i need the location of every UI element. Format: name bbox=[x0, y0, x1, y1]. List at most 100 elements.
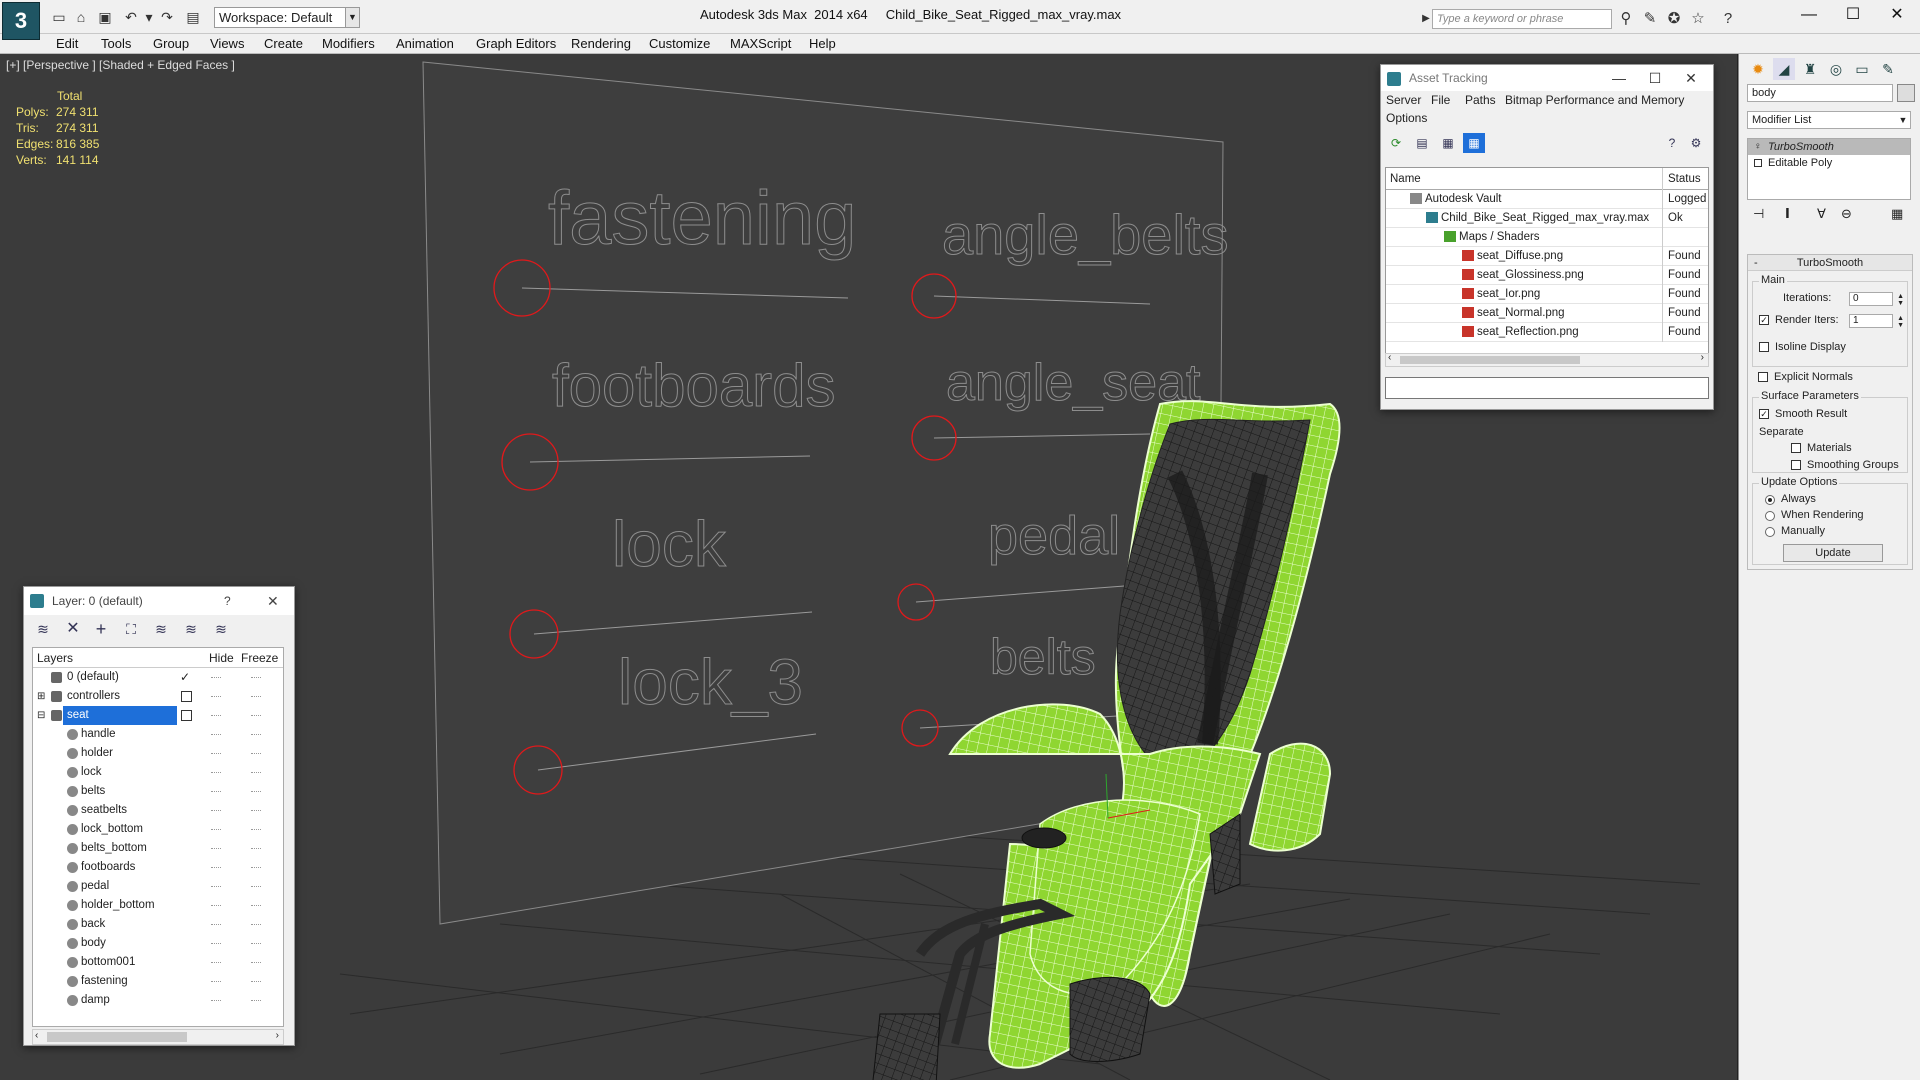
redo-icon[interactable]: ↷ bbox=[158, 8, 176, 26]
materials-checkbox[interactable] bbox=[1791, 443, 1801, 453]
column-name[interactable]: Name bbox=[1390, 168, 1421, 190]
settings-icon[interactable]: ⚙ bbox=[1685, 133, 1707, 153]
asset-window-titlebar[interactable]: Asset Tracking — ☐ ✕ bbox=[1381, 65, 1713, 91]
collapse-icon[interactable]: ⊟ bbox=[37, 706, 45, 725]
explicit-normals-checkbox[interactable] bbox=[1758, 372, 1768, 382]
asset-table[interactable]: Name Status Autodesk VaultLogged O Child… bbox=[1385, 167, 1709, 367]
object-color-swatch[interactable] bbox=[1897, 84, 1915, 102]
column-hide[interactable]: Hide bbox=[209, 651, 234, 665]
layer-object-row[interactable]: seatbelts bbox=[33, 801, 283, 820]
asset-row-scene-file[interactable]: Child_Bike_Seat_Rigged_max_vray.max Ok bbox=[1386, 209, 1708, 228]
menu-graph-editors[interactable]: Graph Editors bbox=[476, 34, 556, 54]
asset-row-texture[interactable]: seat_Normal.png Found bbox=[1386, 304, 1708, 323]
minimize-icon[interactable]: — bbox=[1601, 65, 1637, 91]
utilities-tab-icon[interactable]: ✎ bbox=[1877, 58, 1899, 80]
rollout-title[interactable]: - TurboSmooth bbox=[1748, 255, 1912, 271]
layer-object-row[interactable]: fastening bbox=[33, 972, 283, 991]
hierarchy-tab-icon[interactable]: ♜ bbox=[1799, 58, 1821, 80]
menu-animation[interactable]: Animation bbox=[396, 34, 454, 54]
smoothing-groups-checkbox[interactable] bbox=[1791, 460, 1801, 470]
display-tab-icon[interactable]: ▭ bbox=[1851, 58, 1873, 80]
iterations-spinner[interactable]: 0 ▲ ▼ bbox=[1849, 292, 1904, 307]
menu-views[interactable]: Views bbox=[210, 34, 244, 54]
layer-object-row[interactable]: belts_bottom bbox=[33, 839, 283, 858]
menu-create[interactable]: Create bbox=[264, 34, 303, 54]
close-icon[interactable]: ✕ bbox=[1673, 65, 1709, 91]
motion-tab-icon[interactable]: ◎ bbox=[1825, 58, 1847, 80]
freeze-all-icon[interactable]: ≋ bbox=[210, 619, 232, 639]
highlight-layer-icon[interactable]: ≋ bbox=[150, 619, 172, 639]
asset-status-field[interactable] bbox=[1385, 377, 1709, 399]
undo-icon[interactable]: ↶ bbox=[122, 8, 140, 26]
layer-horizontal-scrollbar[interactable]: ‹ › bbox=[32, 1029, 284, 1045]
show-end-result-icon[interactable]: Ⅰ bbox=[1785, 206, 1790, 222]
layer-object-row[interactable]: belts bbox=[33, 782, 283, 801]
hide-all-icon[interactable]: ≋ bbox=[180, 619, 202, 639]
menu-customize[interactable]: Customize bbox=[649, 34, 710, 54]
layer-object-row[interactable]: lock bbox=[33, 763, 283, 782]
close-icon[interactable]: ✕ bbox=[267, 587, 279, 615]
create-tab-icon[interactable]: ✹ bbox=[1747, 58, 1769, 80]
active-checkbox[interactable] bbox=[181, 710, 192, 721]
menu-modifiers[interactable]: Modifiers bbox=[322, 34, 375, 54]
minimize-icon[interactable]: — bbox=[1786, 0, 1832, 30]
asset-row-texture[interactable]: seat_Reflection.png Found bbox=[1386, 323, 1708, 342]
make-unique-icon[interactable]: ∀ bbox=[1817, 206, 1826, 222]
render-iters-checkbox[interactable]: ✓ bbox=[1759, 315, 1769, 325]
active-check-icon[interactable]: ✓ bbox=[180, 668, 190, 687]
hold-icon[interactable]: ▤ bbox=[184, 8, 202, 26]
stack-item-turbosmooth[interactable]: ♀ TurboSmooth bbox=[1748, 139, 1910, 155]
pin-stack-icon[interactable]: ⊣ bbox=[1753, 206, 1764, 222]
layer-object-row[interactable]: holder bbox=[33, 744, 283, 763]
smooth-result-checkbox[interactable]: ✓ bbox=[1759, 409, 1769, 419]
manually-radio[interactable] bbox=[1765, 527, 1775, 537]
refresh-icon[interactable]: ⟳ bbox=[1385, 133, 1407, 153]
layer-object-row[interactable]: lock_bottom bbox=[33, 820, 283, 839]
layer-explorer-window[interactable]: Layer: 0 (default) ? ✕ ≋ ✕ + ⛶ ≋ ≋ ≋ Lay… bbox=[23, 586, 295, 1046]
layer-object-row[interactable]: bottom001 bbox=[33, 953, 283, 972]
asset-row-texture[interactable]: seat_Glossiness.png Found bbox=[1386, 266, 1708, 285]
delete-layer-icon[interactable]: ✕ bbox=[62, 619, 84, 639]
expand-icon[interactable]: ⊞ bbox=[37, 687, 45, 706]
close-icon[interactable]: ✕ bbox=[1874, 0, 1920, 30]
menu-options[interactable]: Options bbox=[1386, 111, 1427, 125]
save-file-icon[interactable]: ▣ bbox=[96, 8, 114, 26]
menu-server[interactable]: Server bbox=[1386, 93, 1421, 107]
menu-edit[interactable]: Edit bbox=[56, 34, 78, 54]
layer-list[interactable]: Layers Hide Freeze 0 (default) ✓ ⊞ control… bbox=[32, 647, 284, 1027]
asset-tracking-window[interactable]: Asset Tracking — ☐ ✕ Server File Paths B… bbox=[1380, 64, 1714, 410]
menu-bitmap-performance[interactable]: Bitmap Performance and Memory bbox=[1505, 93, 1684, 107]
expand-icon[interactable] bbox=[1754, 159, 1762, 167]
favorites-icon[interactable]: ☆ bbox=[1688, 9, 1708, 29]
active-checkbox[interactable] bbox=[181, 691, 192, 702]
layer-object-row[interactable]: footboards bbox=[33, 858, 283, 877]
help-icon[interactable]: ? bbox=[1661, 133, 1683, 153]
layer-object-row[interactable]: body bbox=[33, 934, 283, 953]
maximize-icon[interactable]: ☐ bbox=[1830, 0, 1876, 30]
layer-object-row[interactable]: damp bbox=[33, 991, 283, 1010]
layer-row-selected[interactable]: ⊟ seat bbox=[33, 706, 283, 725]
asset-horizontal-scrollbar[interactable]: ‹ › bbox=[1385, 352, 1709, 367]
column-layers[interactable]: Layers bbox=[37, 651, 73, 665]
help-icon[interactable]: ? bbox=[1718, 9, 1738, 29]
asset-row-texture[interactable]: seat_Ior.png Found bbox=[1386, 285, 1708, 304]
viewport-label[interactable]: [+] [Perspective ] [Shaded + Edged Faces… bbox=[6, 58, 235, 72]
maximize-icon[interactable]: ☐ bbox=[1637, 65, 1673, 91]
communication-icon[interactable]: ✪ bbox=[1664, 9, 1684, 29]
isoline-checkbox[interactable] bbox=[1759, 342, 1769, 352]
lightbulb-icon[interactable]: ♀ bbox=[1754, 139, 1762, 155]
remove-modifier-icon[interactable]: ⊖ bbox=[1841, 206, 1852, 222]
layer-object-row[interactable]: pedal bbox=[33, 877, 283, 896]
new-file-icon[interactable]: ▭ bbox=[50, 8, 68, 26]
menu-group[interactable]: Group bbox=[153, 34, 189, 54]
workspace-dropdown[interactable]: Workspace: Default ▼ bbox=[214, 7, 360, 28]
search-input[interactable]: Type a keyword or phrase bbox=[1432, 9, 1612, 29]
object-name-field[interactable]: body bbox=[1747, 84, 1893, 102]
menu-maxscript[interactable]: MAXScript bbox=[730, 34, 791, 54]
layer-row[interactable]: 0 (default) ✓ bbox=[33, 668, 283, 687]
configure-sets-icon[interactable]: ▦ bbox=[1891, 206, 1903, 222]
menu-rendering[interactable]: Rendering bbox=[571, 34, 631, 54]
detail-view-icon[interactable]: ▦ bbox=[1437, 133, 1459, 153]
column-status[interactable]: Status bbox=[1662, 168, 1708, 190]
layer-object-row[interactable]: holder_bottom bbox=[33, 896, 283, 915]
